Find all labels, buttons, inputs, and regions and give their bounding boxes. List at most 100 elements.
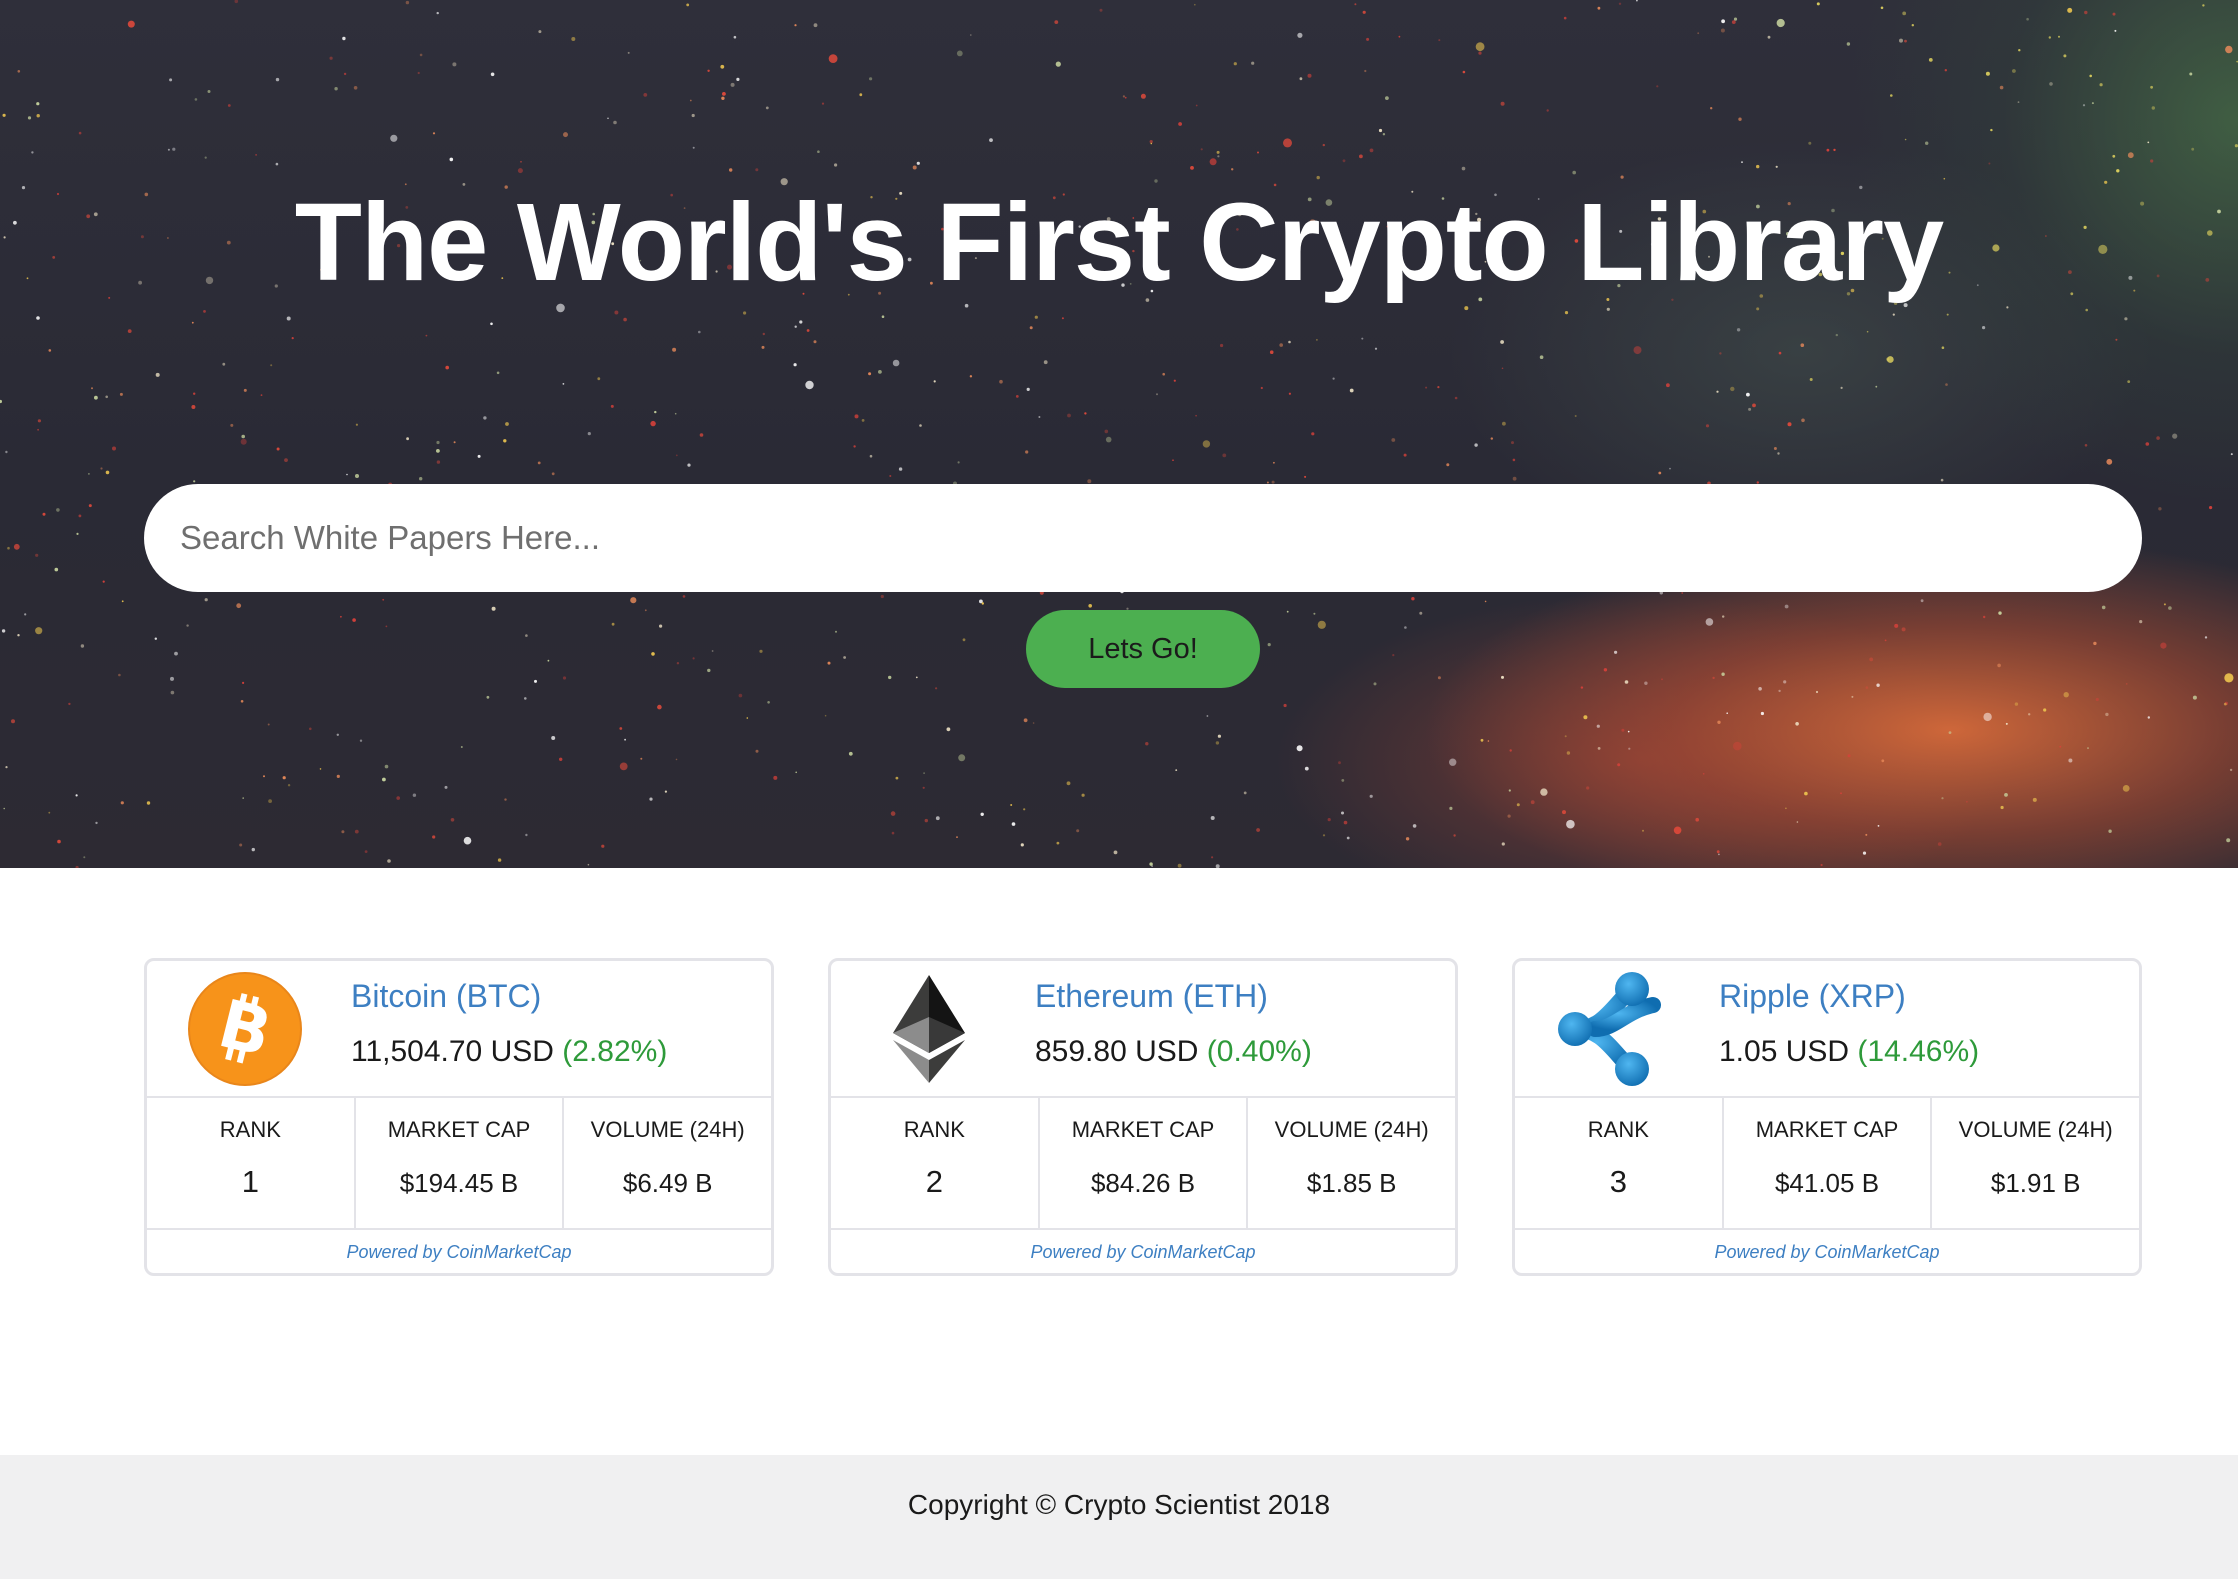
star-speck	[1342, 159, 1346, 163]
star-speck	[1597, 6, 1601, 10]
coin-card-header: B Bitcoin (BTC) 11,504.70 USD (2.82%)	[147, 961, 771, 1098]
star-speck	[597, 377, 601, 381]
star-speck	[999, 379, 1003, 384]
star-speck	[933, 380, 936, 383]
star-speck	[352, 618, 356, 622]
coin-stats: RANK 2 MARKET CAP $84.26 B VOLUME (24H) …	[831, 1098, 1455, 1230]
powered-by-link[interactable]: Powered by CoinMarketCap	[831, 1242, 1455, 1263]
star-speck	[672, 347, 677, 352]
star-speck	[1756, 164, 1760, 169]
star-speck	[1015, 395, 1019, 398]
star-speck	[291, 337, 294, 340]
price-value: 1.05 USD	[1719, 1035, 1850, 1068]
star-speck	[813, 23, 818, 28]
star-speck	[1403, 453, 1407, 457]
star-speck	[242, 797, 244, 799]
stat-label: MARKET CAP	[387, 1117, 531, 1142]
star-speck	[1618, 2, 1622, 5]
star-speck	[1349, 388, 1354, 393]
star-speck	[2043, 708, 2047, 712]
star-speck	[2026, 17, 2029, 21]
price-value: 11,504.70 USD	[351, 1035, 554, 1068]
star-speck	[1564, 311, 1569, 315]
star-speck	[644, 609, 647, 612]
star-speck	[1944, 69, 1948, 72]
star-speck	[496, 371, 500, 375]
star-speck	[1869, 657, 1874, 662]
star-speck	[1449, 758, 1457, 766]
stat-value: 1	[241, 1164, 259, 1199]
star-speck	[169, 78, 173, 82]
coin-name-link[interactable]: Ethereum (ETH)	[1035, 978, 1268, 1015]
powered-by-link[interactable]: Powered by CoinMarketCap	[1515, 1242, 2139, 1263]
star-speck	[170, 690, 175, 695]
star-speck	[946, 727, 951, 732]
star-speck	[613, 120, 617, 125]
star-speck	[2108, 829, 2112, 833]
lets-go-button[interactable]: Lets Go!	[1026, 610, 1260, 688]
star-speck	[2089, 74, 2092, 78]
star-speck	[2122, 785, 2130, 792]
star-speck	[627, 51, 630, 54]
star-speck	[1029, 326, 1033, 330]
bitcoin-icon: B	[188, 972, 302, 1086]
star-speck	[1658, 471, 1662, 475]
star-speck	[1341, 779, 1345, 782]
star-speck	[1720, 28, 1725, 33]
star-speck	[767, 701, 770, 704]
star-speck	[1500, 340, 1504, 344]
star-speck	[1656, 85, 1659, 88]
star-speck	[1354, 3, 1357, 6]
star-speck	[1359, 154, 1363, 159]
star-speck	[607, 117, 609, 120]
star-speck	[601, 844, 605, 848]
star-speck	[227, 104, 231, 107]
search-input[interactable]	[144, 484, 2142, 592]
star-speck	[957, 461, 960, 464]
star-speck	[1785, 807, 1787, 810]
star-speck	[251, 847, 255, 852]
coin-name-link[interactable]: Ripple (XRP)	[1719, 978, 1906, 1015]
star-speck	[204, 156, 207, 159]
star-speck	[1501, 842, 1505, 846]
star-speck	[707, 69, 710, 73]
star-speck	[562, 676, 567, 680]
star-speck	[88, 473, 90, 475]
star-speck	[538, 30, 542, 34]
star-speck	[1530, 800, 1535, 805]
star-speck	[1145, 742, 1149, 746]
star-speck	[1776, 18, 1785, 28]
star-speck	[1307, 73, 1312, 78]
star-speck	[36, 316, 40, 320]
star-speck	[497, 858, 502, 862]
star-speck	[869, 77, 873, 81]
star-speck	[78, 514, 82, 518]
star-speck	[1833, 148, 1836, 152]
coin-name-link[interactable]: Bitcoin (BTC)	[351, 978, 541, 1015]
star-speck	[1269, 350, 1274, 355]
star-speck	[1461, 166, 1466, 171]
star-speck	[343, 72, 347, 76]
star-speck	[31, 151, 34, 154]
star-speck	[167, 148, 170, 151]
star-speck	[1719, 352, 1722, 355]
star-speck	[1374, 347, 1378, 350]
star-speck	[1322, 143, 1326, 147]
star-speck	[1437, 676, 1441, 680]
stat-rank: RANK 3	[1515, 1098, 1724, 1228]
coin-card-ethereum: Ethereum (ETH) 859.80 USD (0.40%) RANK 2…	[828, 958, 1458, 1276]
powered-by-link[interactable]: Powered by CoinMarketCap	[147, 1242, 771, 1263]
coin-card-header: Ethereum (ETH) 859.80 USD (0.40%)	[831, 961, 1455, 1098]
star-speck	[2004, 793, 2008, 797]
star-speck	[355, 423, 358, 426]
star-speck	[1088, 604, 1092, 608]
star-speck	[2147, 141, 2150, 144]
star-speck	[68, 702, 71, 706]
star-speck	[676, 662, 680, 665]
star-speck	[2084, 10, 2088, 15]
star-speck	[0, 399, 2, 404]
star-speck	[1835, 333, 1839, 337]
star-speck	[1023, 808, 1026, 811]
star-speck	[54, 567, 59, 572]
star-speck	[1937, 842, 1942, 846]
